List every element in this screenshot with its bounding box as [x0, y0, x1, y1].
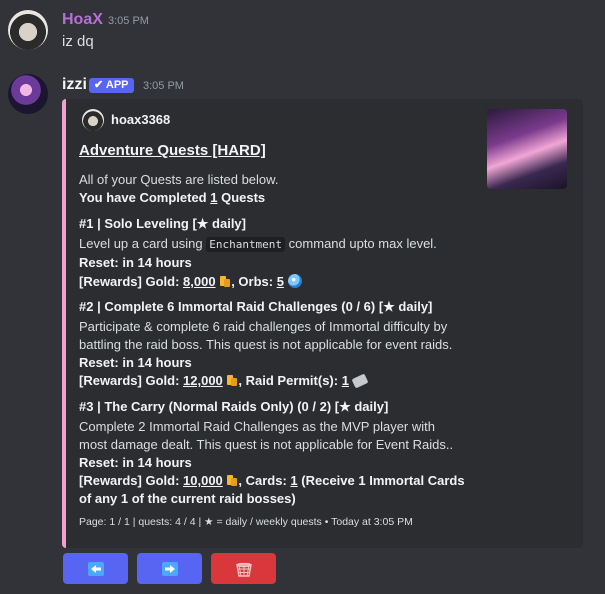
embed-author[interactable]: hoax3368: [111, 112, 170, 127]
next-page-button[interactable]: [137, 553, 202, 584]
extra-label: , Orbs:: [231, 274, 277, 289]
extra-note: (Receive 1 Immortal Cards: [297, 473, 465, 488]
desc-text: Level up a card using: [79, 236, 207, 251]
quest-header: #2 | Complete 6 Immortal Raid Challenges…: [79, 299, 433, 314]
completed-text: You have Completed 1 Quests: [79, 190, 265, 205]
gold-value: 10,000: [183, 473, 223, 488]
quest-description: Complete 2 Immortal Raid Challenges as t…: [79, 419, 435, 434]
quest-description: Level up a card using Enchantment comman…: [79, 236, 437, 252]
reset-value: in 14 hours: [122, 355, 192, 370]
close-button[interactable]: [211, 553, 276, 584]
avatar-izzi[interactable]: [8, 74, 48, 114]
quest-rewards: [Rewards] Gold: 10,000 , Cards: 1 (Recei…: [79, 473, 465, 488]
reset-value: in 14 hours: [122, 255, 192, 270]
raid-permit-icon: [351, 373, 369, 389]
gold-coin-icon: [227, 475, 238, 486]
embed-footer: Page: 1 / 1 | quests: 4 / 4 | ★ = daily …: [79, 516, 413, 528]
gold-coin-icon: [227, 375, 238, 386]
quest-rewards-continued: of any 1 of the current raid bosses): [79, 491, 296, 506]
extra-value: 1: [341, 373, 349, 388]
gold-value: 8,000: [183, 274, 216, 289]
orb-icon: [287, 274, 302, 288]
reset-label: Reset:: [79, 355, 119, 370]
app-badge-label: APP: [105, 79, 129, 91]
app-badge: ✔ APP: [89, 78, 134, 93]
quest-rewards: [Rewards] Gold: 8,000 , Orbs: 5: [79, 274, 302, 289]
quest-header: #1 | Solo Leveling [★ daily]: [79, 216, 246, 231]
username-izzi[interactable]: izzi: [62, 76, 87, 94]
reward-prefix: [Rewards] Gold:: [79, 373, 184, 388]
embed-title: Adventure Quests [HARD]: [79, 142, 266, 159]
quest-description: most damage dealt. This quest is not app…: [79, 437, 454, 452]
extra-label: , Cards:: [238, 473, 291, 488]
timestamp: 3:05 PM: [143, 80, 184, 92]
quest-reset: Reset: in 14 hours: [79, 355, 192, 370]
arrow-right-icon: [161, 561, 178, 576]
reset-label: Reset:: [79, 255, 119, 270]
username-hoax[interactable]: HoaX: [62, 11, 103, 29]
reset-value: in 14 hours: [122, 455, 192, 470]
quest-reset: Reset: in 14 hours: [79, 455, 192, 470]
completed-suffix: Quests: [217, 190, 266, 205]
message-content: iz dq: [62, 33, 94, 50]
author-avatar: [82, 109, 104, 131]
embed-thumbnail[interactable]: [487, 109, 567, 189]
completed-prefix: You have Completed: [79, 190, 211, 205]
quest-reset: Reset: in 14 hours: [79, 255, 192, 270]
quest-description: battling the raid boss. This quest is no…: [79, 337, 453, 352]
extra-label: , Raid Permit(s):: [238, 373, 342, 388]
reward-prefix: [Rewards] Gold:: [79, 473, 184, 488]
quest-description: Participate & complete 6 raid challenges…: [79, 319, 448, 334]
basket-icon: [235, 562, 252, 577]
extra-value: 1: [290, 473, 298, 488]
reward-prefix: [Rewards] Gold:: [79, 274, 184, 289]
gold-coin-icon: [220, 276, 231, 287]
reset-label: Reset:: [79, 455, 119, 470]
timestamp: 3:05 PM: [108, 15, 149, 27]
arrow-left-icon: [87, 561, 104, 576]
prev-page-button[interactable]: [63, 553, 128, 584]
intro-text: All of your Quests are listed below.: [79, 172, 279, 187]
quest-embed: hoax3368 Adventure Quests [HARD] All of …: [62, 99, 583, 548]
quest-header: #3 | The Carry (Normal Raids Only) (0 / …: [79, 399, 389, 414]
avatar-hoax[interactable]: [8, 10, 48, 50]
command-code: Enchantment: [206, 237, 286, 252]
desc-text: command upto max level.: [285, 236, 437, 251]
extra-value: 5: [276, 274, 284, 289]
quest-rewards: [Rewards] Gold: 12,000 , Raid Permit(s):…: [79, 373, 369, 389]
gold-value: 12,000: [183, 373, 223, 388]
